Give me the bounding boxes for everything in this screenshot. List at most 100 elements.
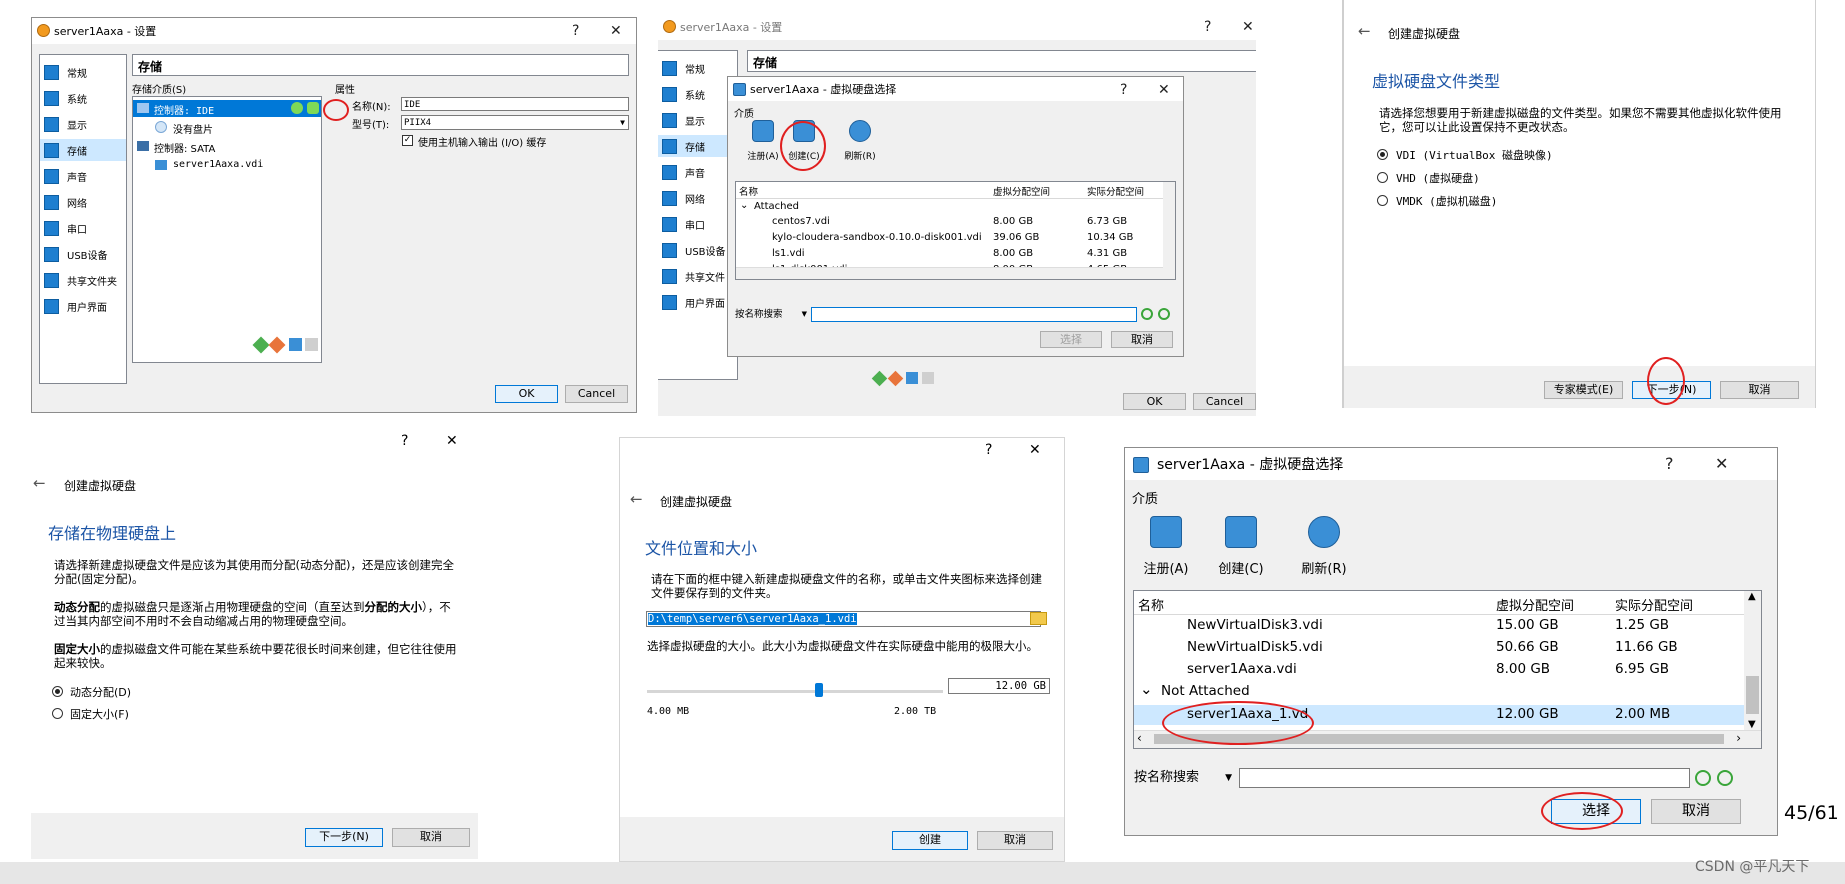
help-button[interactable]: ?: [401, 433, 408, 449]
nav-item-ui[interactable]: 用户界面: [40, 295, 126, 317]
horizontal-scrollbar[interactable]: ‹ ›: [1134, 730, 1761, 748]
radio-vmdk[interactable]: [1377, 195, 1388, 206]
chevron-right-icon[interactable]: ›: [1736, 731, 1741, 745]
col-virtual[interactable]: 虚拟分配空间: [993, 184, 1050, 198]
help-button[interactable]: ?: [1120, 80, 1127, 100]
chevron-left-icon[interactable]: ‹: [1137, 731, 1142, 745]
table-row[interactable]: kylo-cloudera-sandbox-0.10.0-disk001.vdi…: [736, 232, 1175, 247]
toolbar-refresh[interactable]: 刷新(R): [840, 120, 880, 164]
radio-vhd[interactable]: [1377, 172, 1388, 183]
next-button[interactable]: 下一步(N): [305, 828, 383, 847]
nav-item-audio[interactable]: 声音: [40, 165, 126, 187]
chevron-down-icon[interactable]: ▼: [1748, 719, 1756, 730]
search-next-icon[interactable]: [1158, 308, 1170, 320]
nav-item-usb[interactable]: USB设备: [658, 239, 737, 261]
vertical-scrollbar[interactable]: ▲ ▼: [1744, 591, 1761, 730]
next-button[interactable]: 下一步(N): [1632, 381, 1711, 399]
nav-item-general[interactable]: 常规: [658, 57, 737, 79]
nav-item-usb[interactable]: USB设备: [40, 243, 126, 265]
cancel-button[interactable]: 取消: [977, 831, 1053, 850]
chevron-up-icon[interactable]: ▲: [1748, 591, 1756, 602]
toolbar-create[interactable]: 创建(C): [1213, 516, 1269, 578]
size-slider[interactable]: [647, 683, 943, 699]
choose-button[interactable]: 选择: [1040, 331, 1102, 348]
back-arrow-icon[interactable]: ←: [33, 474, 46, 492]
toolbar-register[interactable]: 注册(A): [743, 120, 783, 164]
group-attached[interactable]: ⌄ Attached: [736, 200, 1175, 215]
type-select[interactable]: PIIX4 ▼: [401, 115, 629, 130]
back-arrow-icon[interactable]: ←: [630, 490, 643, 508]
expert-mode-button[interactable]: 专家模式(E): [1544, 381, 1623, 399]
nav-item-serial[interactable]: 串口: [40, 217, 126, 239]
table-row[interactable]: NewVirtualDisk5.vdi 50.66 GB 11.66 GB: [1134, 639, 1761, 659]
tree-item-empty[interactable]: 没有盘片: [133, 119, 321, 136]
toolbar-refresh[interactable]: 刷新(R): [1296, 516, 1352, 578]
bg-ok-button[interactable]: OK: [1123, 393, 1186, 410]
table-row[interactable]: centos7.vdi 8.00 GB 6.73 GB: [736, 216, 1175, 231]
nav-item-shared[interactable]: 共享文件夹: [40, 269, 126, 291]
table-row[interactable]: server1Aaxa.vdi 8.00 GB 6.95 GB: [1134, 661, 1761, 681]
add-attachment-icon[interactable]: [906, 372, 918, 384]
vertical-scrollbar[interactable]: [1163, 182, 1175, 279]
close-button[interactable]: ✕: [1242, 17, 1254, 37]
table-row-selected[interactable]: server1Aaxa_1.vd 12.00 GB 2.00 MB: [1134, 705, 1744, 725]
table-row[interactable]: NewVirtualDisk3.vdi 15.00 GB 1.25 GB: [1134, 617, 1761, 637]
cancel-button[interactable]: 取消: [1651, 799, 1741, 824]
nav-item-network[interactable]: 网络: [40, 191, 126, 213]
bg-cancel-button[interactable]: Cancel: [1193, 393, 1256, 410]
add-disk-icon[interactable]: [307, 102, 319, 114]
folder-icon[interactable]: [1030, 612, 1047, 625]
close-button[interactable]: ✕: [446, 433, 458, 449]
col-actual[interactable]: 实际分配空间: [1087, 184, 1144, 198]
toolbar-create[interactable]: 创建(C): [784, 120, 824, 164]
slider-thumb[interactable]: [815, 683, 823, 697]
name-field[interactable]: IDE: [401, 97, 629, 111]
search-next-icon[interactable]: [1717, 770, 1733, 786]
back-arrow-icon[interactable]: ←: [1358, 22, 1371, 40]
search-mode-select[interactable]: 按名称搜索 ▼: [735, 307, 807, 322]
scroll-thumb-h[interactable]: [1154, 734, 1724, 744]
size-input[interactable]: 12.00 GB: [948, 678, 1050, 694]
group-not-attached[interactable]: ⌄ Not Attached: [1134, 680, 1761, 703]
remove-controller-icon[interactable]: [268, 336, 286, 354]
nav-item-system[interactable]: 系统: [40, 87, 126, 109]
tree-item-ide[interactable]: 控制器: IDE: [133, 100, 321, 117]
search-input[interactable]: [1239, 768, 1690, 788]
nav-item-system[interactable]: 系统: [658, 83, 737, 105]
col-name[interactable]: 名称: [1138, 595, 1164, 614]
col-virtual[interactable]: 虚拟分配空间: [1496, 595, 1574, 614]
search-input[interactable]: [811, 307, 1137, 322]
file-path-input[interactable]: D:\temp\server6\server1Aaxa_1.vdi: [646, 611, 1041, 627]
nav-item-display[interactable]: 显示: [658, 109, 737, 131]
cancel-button[interactable]: 取消: [1720, 381, 1799, 399]
search-icon[interactable]: [1695, 770, 1711, 786]
nav-item-display[interactable]: 显示: [40, 113, 126, 135]
nav-item-storage[interactable]: 存储: [40, 139, 126, 161]
create-button[interactable]: 创建: [892, 831, 968, 850]
nav-item-ui[interactable]: 用户界面: [658, 291, 737, 313]
help-button[interactable]: ?: [1665, 454, 1674, 474]
scroll-thumb[interactable]: [1746, 676, 1759, 714]
col-name[interactable]: 名称: [739, 184, 758, 198]
cancel-button[interactable]: 取消: [1111, 331, 1173, 348]
nav-item-network[interactable]: 网络: [658, 187, 737, 209]
add-optical-icon[interactable]: [291, 102, 303, 114]
ok-button[interactable]: OK: [495, 385, 558, 403]
search-icon[interactable]: [1141, 308, 1153, 320]
search-mode-select[interactable]: 按名称搜索 ▼: [1134, 768, 1232, 788]
help-button[interactable]: ?: [1204, 17, 1211, 37]
table-row[interactable]: ls1.vdi 8.00 GB 4.31 GB: [736, 248, 1175, 263]
radio-vdi[interactable]: [1377, 149, 1388, 160]
tree-item-sata[interactable]: 控制器: SATA: [133, 138, 321, 155]
cancel-button[interactable]: Cancel: [565, 385, 628, 403]
nav-item-shared[interactable]: 共享文件: [658, 265, 737, 287]
col-actual[interactable]: 实际分配空间: [1615, 595, 1693, 614]
nav-item-serial[interactable]: 串口: [658, 213, 737, 235]
nav-item-storage[interactable]: 存储: [658, 135, 737, 157]
cache-checkbox[interactable]: ✓: [402, 135, 413, 146]
close-button[interactable]: ✕: [1715, 454, 1728, 474]
choose-button[interactable]: 选择: [1551, 799, 1641, 824]
toolbar-register[interactable]: 注册(A): [1138, 516, 1194, 578]
radio-dynamic[interactable]: [52, 686, 63, 697]
horizontal-scrollbar[interactable]: [736, 267, 1163, 279]
